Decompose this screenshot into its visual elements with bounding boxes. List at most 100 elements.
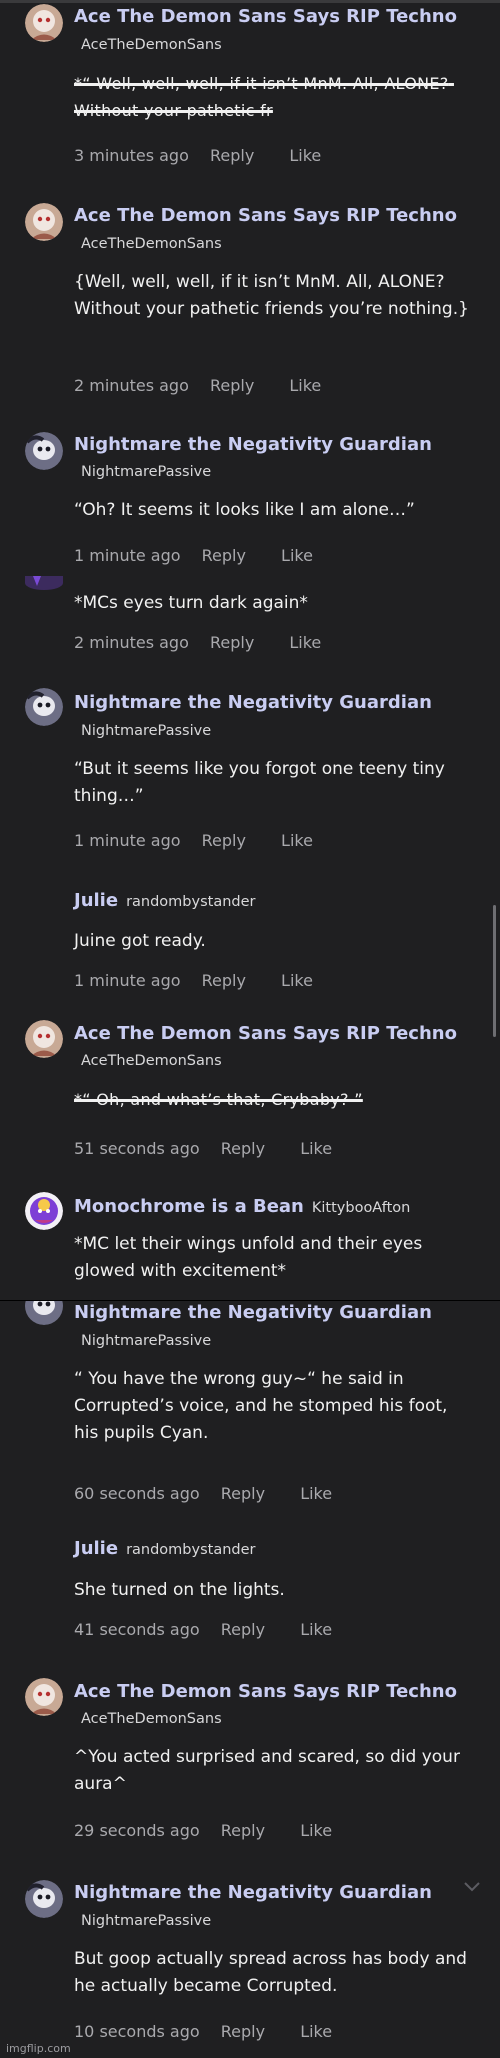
commenter-handle[interactable]: NightmarePassive — [81, 723, 211, 739]
chevron-down-icon[interactable] — [462, 1880, 482, 1894]
comment-text: *MC let their wings unfold and their eye… — [74, 1234, 428, 1281]
commenter-handle[interactable]: NightmarePassive — [81, 1913, 211, 1929]
comment-meta: 41 seconds ago Reply Like — [74, 1620, 332, 1639]
comment-text: But goop actually spread across has body… — [74, 1949, 473, 1996]
comment-item: Nightmare the Negativity Guardian Nightm… — [0, 1301, 500, 1516]
reply-button[interactable]: Reply — [202, 546, 246, 565]
ace-avatar-icon[interactable] — [25, 1678, 63, 1716]
reply-button[interactable]: Reply — [221, 1620, 265, 1639]
comment-text: Juine got ready. — [74, 931, 206, 951]
commenter-name[interactable]: Nightmare the Negativity Guardian — [74, 692, 432, 713]
commenter-name[interactable]: Julie randombystander — [74, 1538, 256, 1559]
comment-meta: 1 minute ago Reply Like — [74, 971, 313, 990]
commenter-name[interactable]: Ace The Demon Sans Says RIP Techno — [74, 205, 457, 226]
like-button[interactable]: Like — [281, 831, 313, 850]
comment-time: 2 minutes ago — [74, 633, 189, 652]
comment-meta: 2 minutes ago Reply Like — [74, 633, 321, 652]
comment-text: “ You have the wrong guy~“ he said in Co… — [74, 1369, 453, 1443]
comment-item: Ace The Demon Sans Says RIP Techno AceTh… — [0, 193, 500, 395]
comment-time: 1 minute ago — [74, 831, 181, 850]
nightmare-avatar-icon[interactable] — [25, 432, 63, 470]
like-button[interactable]: Like — [289, 376, 321, 395]
comment-item: Julie randombystander Juine got ready. 1 … — [0, 880, 500, 1000]
reply-button[interactable]: Reply — [221, 1484, 265, 1503]
comment-time: 10 seconds ago — [74, 2022, 200, 2041]
reply-button[interactable]: Reply — [221, 1821, 265, 1840]
commenter-name[interactable]: Monochrome is a Bean KittybooAfton — [74, 1196, 410, 1217]
commenter-handle[interactable]: randombystander — [126, 1542, 255, 1558]
reply-button[interactable]: Reply — [210, 146, 254, 165]
commenter-handle[interactable]: KittybooAfton — [312, 1200, 410, 1216]
comment-text: *“ Oh, and what’s that, Crybaby? ” — [74, 1090, 363, 1109]
comment-meta: 51 seconds ago Reply Like — [74, 1139, 332, 1158]
comment-time: 29 seconds ago — [74, 1821, 200, 1840]
commenter-name[interactable]: Nightmare the Negativity Guardian — [74, 434, 432, 455]
commenter-handle[interactable]: randombystander — [126, 894, 255, 910]
commenter-name-text[interactable]: Julie — [74, 890, 118, 911]
comment-meta: 1 minute ago Reply Like — [74, 831, 313, 850]
comment-thread: Ace The Demon Sans Says RIP Techno AceTh… — [0, 0, 500, 2058]
commenter-handle[interactable]: NightmarePassive — [81, 1333, 211, 1349]
commenter-name[interactable]: Nightmare the Negativity Guardian — [74, 1882, 432, 1903]
comment-time: 51 seconds ago — [74, 1139, 200, 1158]
like-button[interactable]: Like — [281, 546, 313, 565]
scrollbar-thumb[interactable] — [493, 905, 496, 1037]
reply-button[interactable]: Reply — [221, 1139, 265, 1158]
commenter-handle[interactable]: NightmarePassive — [81, 464, 211, 480]
comment-item: Ace The Demon Sans Says RIP Techno AceTh… — [0, 1668, 500, 1853]
ace-avatar-icon[interactable] — [25, 203, 63, 241]
commenter-name[interactable]: Julie randombystander — [74, 890, 256, 911]
commenter-name[interactable]: Nightmare the Negativity Guardian — [74, 1302, 432, 1323]
comment-item: Nightmare the Negativity Guardian Nightm… — [0, 1868, 500, 2053]
like-button[interactable]: Like — [300, 1139, 332, 1158]
imgflip-watermark: imgflip.com — [6, 2042, 71, 2055]
comment-time: 41 seconds ago — [74, 1620, 200, 1639]
commenter-handle[interactable]: AceTheDemonSans — [81, 1711, 222, 1727]
commenter-handle[interactable]: AceTheDemonSans — [81, 37, 222, 53]
commenter-name-text[interactable]: Julie — [74, 1538, 118, 1559]
like-button[interactable]: Like — [300, 1620, 332, 1639]
nightmare-avatar-icon[interactable] — [25, 1301, 63, 1325]
nightmare-avatar-icon[interactable] — [25, 1880, 63, 1918]
reply-button[interactable]: Reply — [202, 971, 246, 990]
comment-text: “Oh? It seems it looks like I am alone…” — [74, 500, 415, 520]
comment-item: Nightmare the Negativity Guardian Nightm… — [0, 668, 500, 863]
comment-item: Julie randombystander She turned on the l… — [0, 1525, 500, 1650]
comment-text: ^You acted surprised and scared, so did … — [74, 1747, 466, 1794]
comment-meta: 10 seconds ago Reply Like — [74, 2022, 332, 2041]
commenter-name-text[interactable]: Monochrome is a Bean — [74, 1196, 304, 1217]
comment-meta: 2 minutes ago Reply Like — [74, 376, 321, 395]
like-button[interactable]: Like — [300, 1484, 332, 1503]
reply-button[interactable]: Reply — [202, 831, 246, 850]
comment-meta: 1 minute ago Reply Like — [74, 546, 313, 565]
commenter-name[interactable]: Ace The Demon Sans Says RIP Techno — [74, 6, 457, 27]
commenter-handle[interactable]: AceTheDemonSans — [81, 236, 222, 252]
ace-avatar-icon[interactable] — [25, 1020, 63, 1058]
like-button[interactable]: Like — [281, 971, 313, 990]
reply-button[interactable]: Reply — [210, 633, 254, 652]
commenter-handle[interactable]: AceTheDemonSans — [81, 1053, 222, 1069]
reply-button[interactable]: Reply — [221, 2022, 265, 2041]
monochrome-avatar-icon[interactable] — [25, 1192, 63, 1230]
comment-time: 60 seconds ago — [74, 1484, 200, 1503]
ace-avatar-icon[interactable] — [25, 4, 63, 42]
like-button[interactable]: Like — [300, 1821, 332, 1840]
commenter-name[interactable]: Ace The Demon Sans Says RIP Techno — [74, 1681, 457, 1702]
comment-time: 2 minutes ago — [74, 376, 189, 395]
nightmare-avatar-icon[interactable] — [25, 688, 63, 726]
comment-meta: 3 minutes ago Reply Like — [74, 146, 321, 165]
like-button[interactable]: Like — [289, 633, 321, 652]
like-button[interactable]: Like — [289, 146, 321, 165]
comment-time: 1 minute ago — [74, 971, 181, 990]
comment-time: 3 minutes ago — [74, 146, 189, 165]
comment-item: Ace The Demon Sans Says RIP Techno AceTh… — [0, 0, 500, 180]
commenter-name[interactable]: Ace The Demon Sans Says RIP Techno — [74, 1023, 457, 1044]
comment-meta: 29 seconds ago Reply Like — [74, 1821, 332, 1840]
comment-item: Nightmare the Negativity Guardian Nightm… — [0, 418, 500, 568]
comment-text: {Well, well, well, if it isn’t MnM. All,… — [74, 272, 469, 319]
comment-text: “But it seems like you forgot one teeny … — [74, 759, 451, 806]
reply-button[interactable]: Reply — [210, 376, 254, 395]
comment-text: She turned on the lights. — [74, 1580, 285, 1600]
monochrome-avatar-icon[interactable] — [25, 576, 63, 590]
like-button[interactable]: Like — [300, 2022, 332, 2041]
